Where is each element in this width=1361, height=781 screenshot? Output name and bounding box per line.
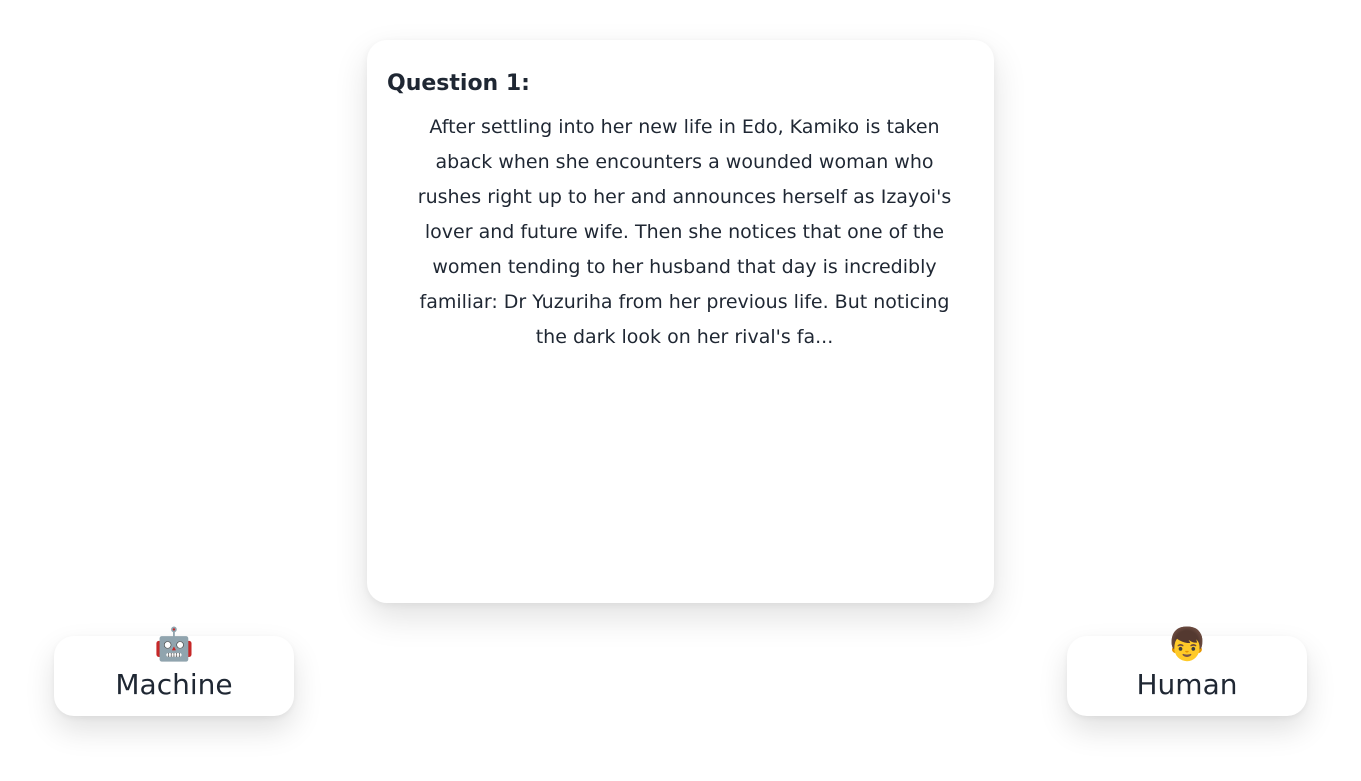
question-title: Question 1: — [387, 71, 530, 96]
machine-button[interactable]: 🤖 Machine — [54, 626, 294, 716]
human-button[interactable]: 👦 Human — [1067, 626, 1307, 716]
boy-icon: 👦 — [1167, 625, 1207, 663]
machine-label: Machine — [115, 668, 233, 701]
human-label: Human — [1136, 668, 1238, 701]
question-card: Question 1: After settling into her new … — [367, 40, 994, 603]
robot-icon: 🤖 — [154, 625, 194, 663]
question-text: After settling into her new life in Edo,… — [417, 116, 952, 348]
quiz-stage: Question 1: After settling into her new … — [0, 0, 1361, 781]
